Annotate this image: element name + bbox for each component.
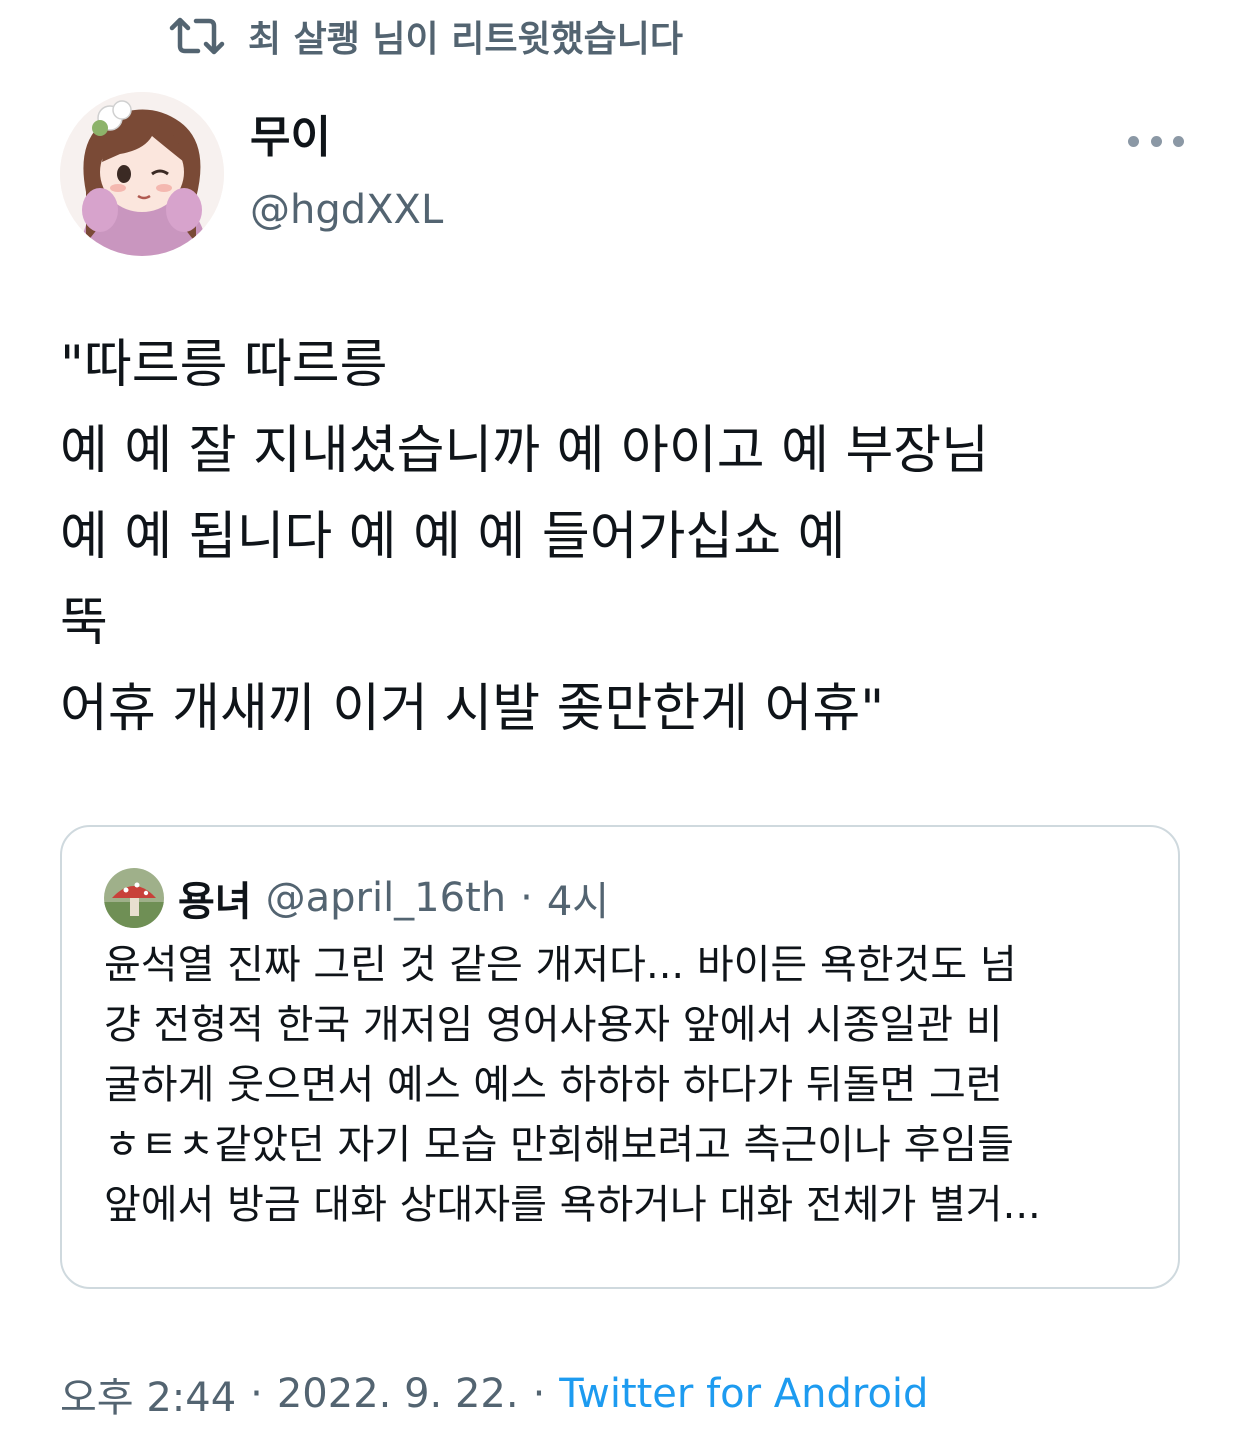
quoted-tweet-text: 윤석열 진짜 그린 것 같은 개저다... 바이든 욕한것도 넘 걍 전형적 한…	[104, 942, 1041, 1228]
author-info[interactable]: 무이 @hgdXXL	[250, 108, 443, 238]
more-dot	[1150, 135, 1162, 147]
quoted-tweet-time[interactable]: 4시	[547, 869, 609, 927]
tweet-source-link[interactable]: Twitter for Android	[559, 1371, 928, 1417]
quoted-author-handle[interactable]: @april_16th	[266, 875, 507, 921]
footer-separator: ·	[532, 1371, 546, 1417]
social-context-text: 최 살쾡 님이 리트윗했습니다	[248, 19, 684, 60]
more-options-icon[interactable]	[1128, 126, 1184, 156]
tweet-text: "따르릉 따르릉 예 예 잘 지내셨습니까 예 아이고 예 부장님 예 예 됩니…	[60, 335, 989, 739]
more-dot	[1173, 135, 1184, 147]
anime-girl-avatar	[60, 92, 224, 256]
quoted-author-name[interactable]: 용녀	[178, 869, 252, 927]
author-avatar[interactable]	[60, 92, 224, 256]
retweet-icon	[169, 17, 225, 55]
more-dot	[1128, 135, 1139, 147]
meta-separator: ·	[520, 875, 533, 921]
footer-separator: ·	[250, 1371, 263, 1417]
tweet-footer: 오후 2:44 · 2022. 9. 22. · Twitter for And…	[60, 1362, 928, 1426]
quoted-tweet-header: 용녀 @april_16th · 4시	[104, 863, 609, 933]
mushroom-avatar-icon	[104, 868, 164, 928]
social-context[interactable]: 최 살쾡 님이 리트윗했습니다	[168, 10, 683, 62]
quoted-author-avatar[interactable]	[104, 868, 164, 928]
tweet-date[interactable]: 2022. 9. 22.	[277, 1371, 519, 1417]
quoted-tweet-card[interactable]: 용녀 @april_16th · 4시 윤석열 진짜 그린 것 같은 개저다..…	[60, 825, 1180, 1289]
author-handle[interactable]: @hgdXXL	[250, 182, 443, 238]
tweet-time[interactable]: 오후 2:44	[60, 1365, 236, 1423]
author-display-name[interactable]: 무이	[250, 108, 443, 168]
